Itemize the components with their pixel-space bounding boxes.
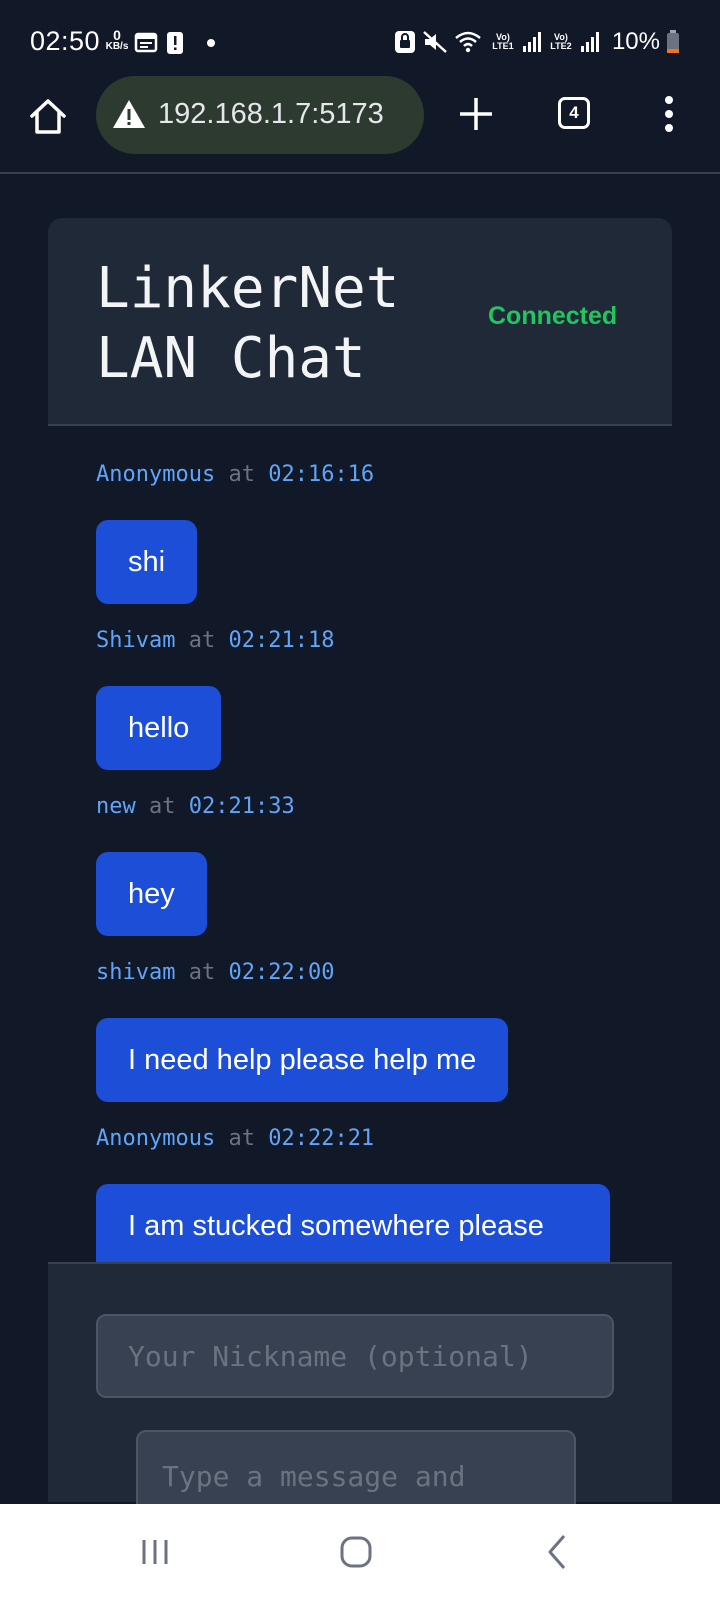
browser-menu-button[interactable] xyxy=(664,96,674,132)
message-author: new xyxy=(96,794,136,819)
network-speed-indicator: 0 KB/s xyxy=(104,28,130,52)
message-item: new at 02:21:33 hey xyxy=(96,792,636,936)
message-meta: new at 02:21:33 xyxy=(96,792,636,822)
dot-icon xyxy=(665,110,673,118)
clock: 02:50 xyxy=(30,26,101,56)
message-author: Anonymous xyxy=(96,1126,216,1151)
not-secure-warning-icon[interactable] xyxy=(112,98,146,130)
chat-header: LinkerNet LAN Chat Connected xyxy=(48,218,672,426)
signal-sim2-icon xyxy=(580,32,599,52)
message-timestamp: 02:21:33 xyxy=(188,794,295,819)
alert-notification-icon xyxy=(167,32,183,54)
message-timestamp: 02:22:00 xyxy=(228,960,335,985)
message-meta: Shivam at 02:21:18 xyxy=(96,626,636,656)
network-speed-value: 0 xyxy=(113,27,121,43)
back-button[interactable] xyxy=(538,1532,578,1572)
screen-lock-icon xyxy=(394,31,415,53)
message-author: shivam xyxy=(96,960,176,985)
system-indicators: Vo) LTE1 Vo) LTE2 10% xyxy=(394,25,680,59)
sim1-label: Vo) LTE1 xyxy=(492,32,514,51)
sim2-label: Vo) LTE2 xyxy=(550,32,572,51)
message-meta: Anonymous at 02:22:21 xyxy=(96,1124,636,1154)
message-bubble: hey xyxy=(96,852,207,936)
message-at-label: at xyxy=(188,628,216,653)
tab-switcher-button[interactable]: 4 xyxy=(558,97,590,129)
message-at-label: at xyxy=(228,1126,255,1151)
message-meta: shivam at 02:22:00 xyxy=(96,958,636,988)
message-at-label: at xyxy=(149,794,176,819)
network-speed-unit: KB/s xyxy=(105,41,129,52)
message-at-label: at xyxy=(228,462,255,487)
url-text[interactable]: 192.168.1.7:5173 xyxy=(158,98,384,131)
system-navigation-bar xyxy=(0,1504,720,1600)
dot-icon xyxy=(665,96,673,104)
app-title: LinkerNet LAN Chat xyxy=(96,256,400,391)
mute-icon xyxy=(423,31,447,53)
calendar-icon xyxy=(134,32,158,53)
connection-status: Connected xyxy=(488,302,618,330)
message-bubble: I need help please help me xyxy=(96,1018,509,1102)
wifi-icon xyxy=(455,31,481,53)
battery-icon xyxy=(667,30,679,53)
dot-icon xyxy=(665,124,673,132)
recent-apps-button[interactable] xyxy=(136,1532,176,1572)
message-item: Shivam at 02:21:18 hello xyxy=(96,626,636,770)
message-timestamp: 02:21:18 xyxy=(228,628,335,653)
message-list[interactable]: Anonymous at 02:16:16 shi Shivam at 02:21:… xyxy=(96,460,636,1342)
message-author: Anonymous xyxy=(96,462,216,487)
message-item: shivam at 02:22:00 I need help please hel… xyxy=(96,958,636,1102)
message-bubble: shi xyxy=(96,520,198,604)
message-timestamp: 02:22:21 xyxy=(268,1126,375,1151)
battery-percent: 10% xyxy=(611,28,660,55)
message-meta: Anonymous at 02:16:16 xyxy=(96,460,636,490)
composer xyxy=(48,1262,672,1520)
new-tab-button[interactable] xyxy=(458,96,494,132)
message-timestamp: 02:16:16 xyxy=(268,462,375,487)
notification-dot-icon xyxy=(207,39,215,47)
message-at-label: at xyxy=(188,960,216,985)
message-bubble: hello xyxy=(96,686,222,770)
message-author: Shivam xyxy=(96,628,176,653)
address-bar[interactable]: 192.168.1.7:5173 xyxy=(96,76,424,154)
nickname-input[interactable] xyxy=(96,1314,614,1398)
message-item: Anonymous at 02:16:16 shi xyxy=(96,460,636,604)
home-button[interactable] xyxy=(28,96,68,136)
home-nav-button[interactable] xyxy=(336,1532,376,1572)
signal-sim1-icon xyxy=(522,32,541,52)
status-bar: 02:50 0 KB/s Vo) LTE1 Vo) LTE2 10% xyxy=(0,0,720,84)
